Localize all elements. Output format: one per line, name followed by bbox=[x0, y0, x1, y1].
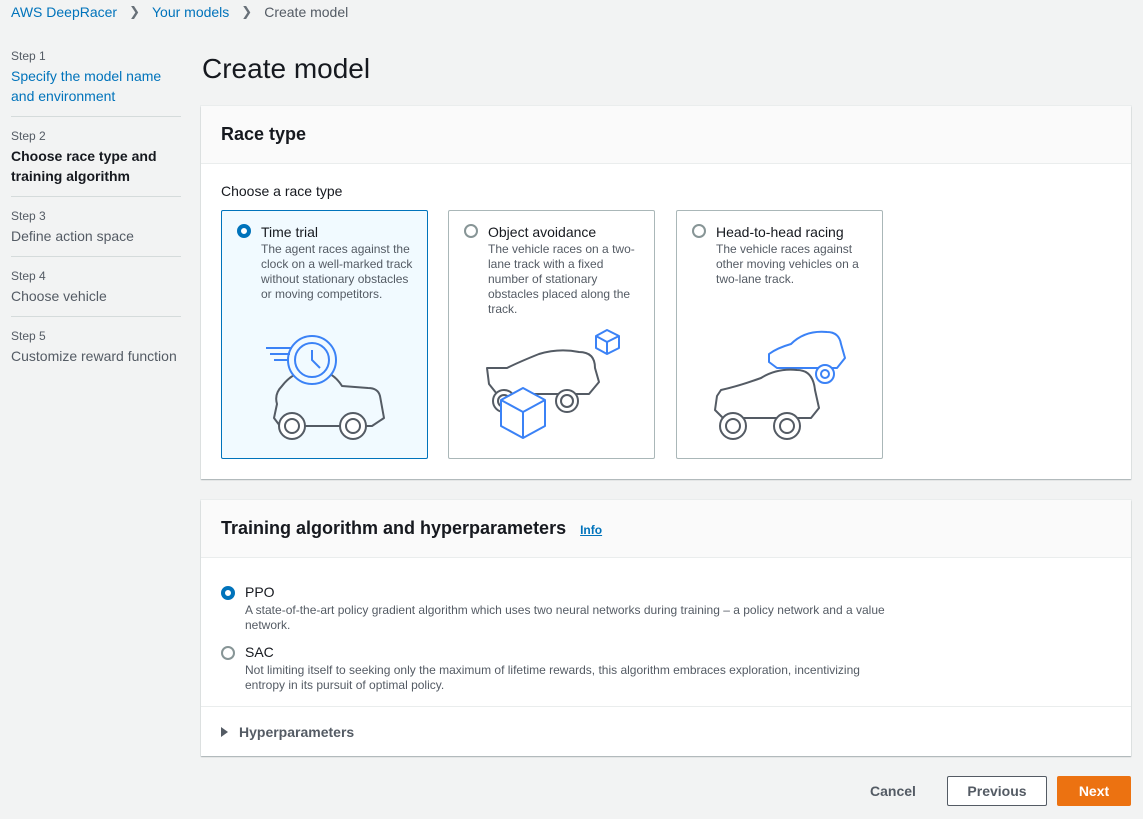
race-tile-object-avoidance[interactable]: Object avoidance The vehicle races on a … bbox=[448, 210, 655, 459]
chevron-right-icon: ❯ bbox=[241, 4, 253, 19]
radio-button[interactable] bbox=[221, 586, 235, 600]
race-tile-head-to-head[interactable]: Head-to-head racing The vehicle races ag… bbox=[676, 210, 883, 459]
panel-header: Race type bbox=[201, 106, 1131, 164]
tile-description: The vehicle races on a two-lane track wi… bbox=[488, 242, 635, 316]
race-type-label: Choose a race type bbox=[221, 183, 343, 199]
option-description: Not limiting itself to seeking only the … bbox=[245, 663, 860, 692]
hyperparameters-expander[interactable]: Hyperparameters bbox=[201, 706, 1131, 756]
radio-button[interactable] bbox=[692, 224, 706, 238]
chevron-right-icon: ❯ bbox=[129, 4, 140, 19]
step-number: Step 3 bbox=[11, 209, 46, 223]
previous-button[interactable]: Previous bbox=[947, 776, 1047, 806]
step-number: Step 4 bbox=[11, 269, 46, 283]
page-title: Create model bbox=[202, 53, 371, 84]
breadcrumb: AWS DeepRacer ❯ Your models ❯ Create mod… bbox=[11, 3, 348, 21]
tile-title: Time trial bbox=[261, 224, 319, 240]
info-link[interactable]: Info bbox=[580, 523, 602, 537]
breadcrumb-link-your-models[interactable]: Your models bbox=[152, 4, 229, 20]
race-type-panel: Race type Choose a race type Time trial … bbox=[201, 106, 1131, 479]
panel-title: Race type bbox=[221, 124, 307, 144]
step-number: Step 2 bbox=[11, 129, 46, 143]
breadcrumb-link-deepracer[interactable]: AWS DeepRacer bbox=[11, 4, 117, 20]
breadcrumb-current: Create model bbox=[264, 4, 349, 20]
step-5-label: Customize reward function bbox=[11, 348, 177, 364]
hyperparameters-label: Hyperparameters bbox=[239, 723, 355, 740]
step-4: Step 4 Choose vehicle bbox=[11, 267, 181, 317]
step-number: Step 1 bbox=[11, 49, 46, 63]
tile-description: The vehicle races against other moving v… bbox=[716, 242, 859, 286]
tile-description: The agent races against the clock on a w… bbox=[261, 242, 413, 301]
tile-title: Object avoidance bbox=[488, 224, 597, 240]
radio-button[interactable] bbox=[237, 224, 251, 238]
option-title: PPO bbox=[245, 584, 275, 600]
step-1: Step 1 Specify the model name and enviro… bbox=[11, 47, 181, 117]
time-trial-car-icon bbox=[266, 335, 385, 440]
race-tile-time-trial[interactable]: Time trial The agent races against the c… bbox=[221, 210, 428, 459]
radio-button[interactable] bbox=[221, 646, 235, 660]
caret-right-icon bbox=[221, 726, 228, 737]
step-5: Step 5 Customize reward function bbox=[11, 327, 181, 376]
tile-title: Head-to-head racing bbox=[716, 224, 844, 240]
step-2: Step 2 Choose race type and training alg… bbox=[11, 127, 181, 197]
object-avoidance-car-icon bbox=[486, 329, 620, 439]
step-number: Step 5 bbox=[11, 329, 46, 343]
head-to-head-cars-icon bbox=[714, 330, 846, 440]
step-3: Step 3 Define action space bbox=[11, 207, 181, 257]
cancel-button[interactable]: Cancel bbox=[858, 776, 928, 806]
option-description: A state-of-the-art policy gradient algor… bbox=[245, 603, 885, 632]
option-title: SAC bbox=[245, 644, 274, 660]
panel-title: Training algorithm and hyperparameters bbox=[221, 518, 567, 538]
step-3-label: Define action space bbox=[11, 228, 134, 244]
training-algorithm-panel: Training algorithm and hyperparameters I… bbox=[201, 500, 1131, 756]
next-button[interactable]: Next bbox=[1057, 776, 1131, 806]
step-1-link[interactable]: Specify the model name and environment bbox=[11, 66, 181, 106]
wizard-steps: Step 1 Specify the model name and enviro… bbox=[11, 47, 181, 386]
step-4-label: Choose vehicle bbox=[11, 288, 107, 304]
step-2-label: Choose race type and training algorithm bbox=[11, 148, 157, 184]
panel-header: Training algorithm and hyperparameters I… bbox=[201, 500, 1131, 558]
radio-button[interactable] bbox=[464, 224, 478, 238]
